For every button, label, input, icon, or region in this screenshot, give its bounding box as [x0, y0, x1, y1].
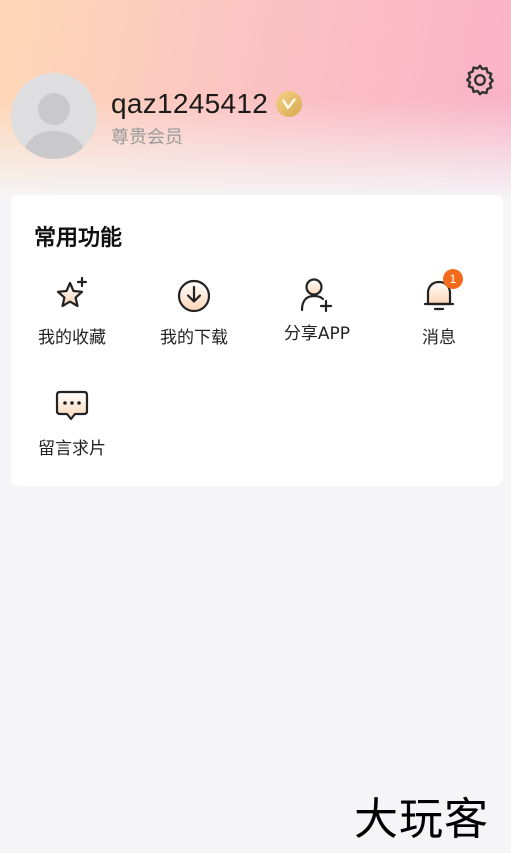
- default-avatar-icon: [11, 73, 97, 159]
- share-app-button[interactable]: 分享APP: [256, 275, 378, 365]
- download-circle-icon: [177, 279, 211, 313]
- favorites-button[interactable]: 我的收藏: [11, 275, 133, 365]
- section-title: 常用功能: [34, 226, 123, 251]
- username-row: qaz1245412: [111, 86, 303, 122]
- vip-check-badge-icon: [276, 91, 303, 117]
- messages-button[interactable]: 1 消息: [378, 269, 500, 365]
- share-app-label: 分享APP: [283, 324, 351, 344]
- favorites-label: 我的收藏: [38, 328, 106, 348]
- messages-label: 消息: [422, 328, 456, 348]
- gear-icon: [466, 64, 494, 96]
- request-movie-button[interactable]: 留言求片: [11, 386, 133, 476]
- settings-button[interactable]: [461, 61, 499, 99]
- watermark-logo: 大玩客: [354, 794, 489, 845]
- add-user-icon: [300, 278, 333, 313]
- request-movie-label: 留言求片: [38, 439, 106, 459]
- common-functions-card: 常用功能 我的收藏 我的下载 分享APP 1 消息 留言求片: [11, 195, 503, 486]
- downloads-label: 我的下载: [160, 328, 228, 348]
- avatar[interactable]: [11, 73, 97, 159]
- downloads-button[interactable]: 我的下载: [133, 275, 255, 365]
- message-count-badge: 1: [443, 269, 463, 289]
- chat-bubble-icon: [55, 390, 89, 421]
- member-level-label: 尊贵会员: [111, 127, 183, 148]
- username: qaz1245412: [111, 88, 269, 119]
- star-sparkle-icon: [56, 276, 88, 308]
